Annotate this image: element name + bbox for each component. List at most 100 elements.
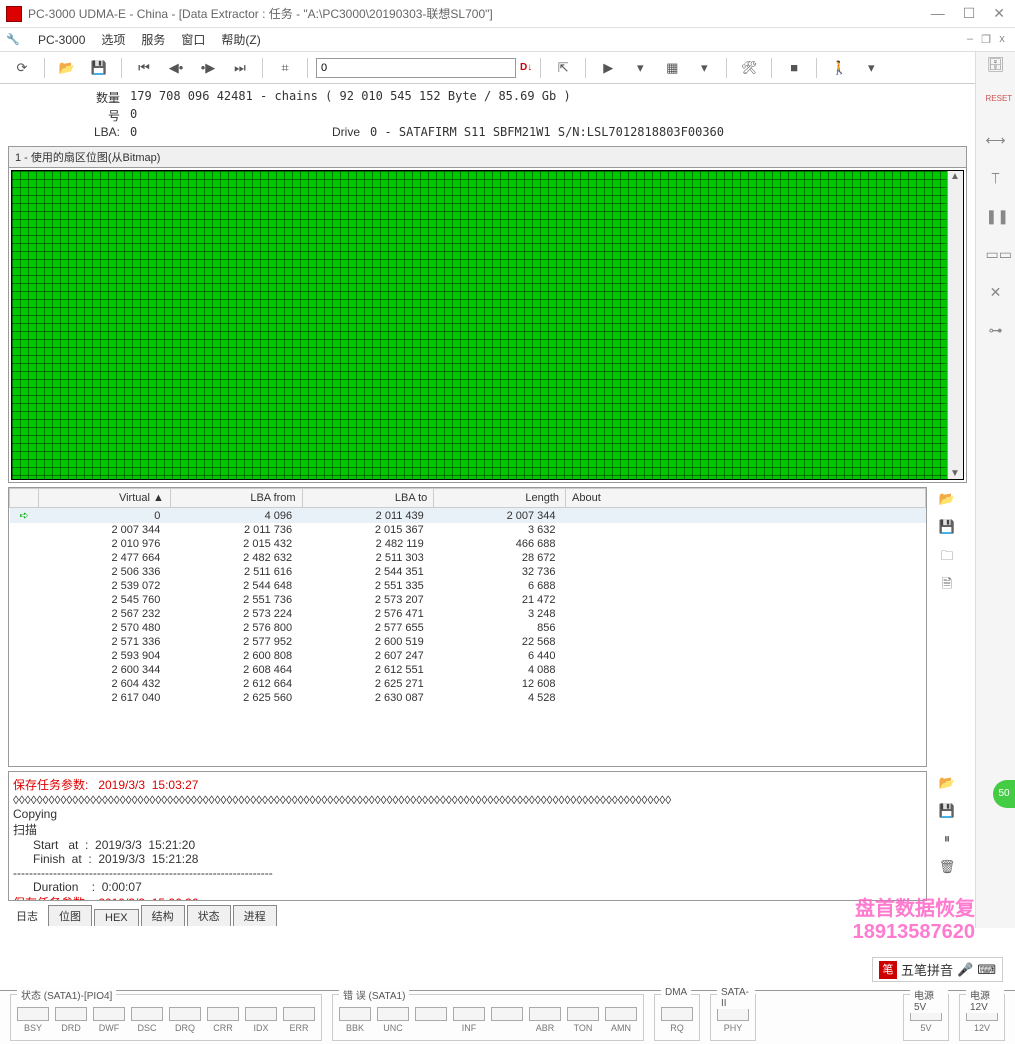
exit-dropdown-icon[interactable]: ▾ — [857, 56, 885, 80]
statusbar: 状态 (SATA1)-[PIO4] BSYDRDDWFDSCDRQCRRIDXE… — [0, 990, 1015, 1044]
table-row[interactable]: 2 567 2322 573 2242 576 4713 248 — [10, 607, 926, 621]
status-indicator — [491, 1007, 523, 1033]
last-icon[interactable]: ⏭ — [226, 56, 254, 80]
tab-process[interactable]: 进程 — [233, 905, 277, 926]
sb-reset-icon[interactable]: RESET — [986, 94, 1006, 114]
export-icon[interactable]: ⇱ — [549, 56, 577, 80]
log-section: 保存任务参数: 2019/3/3 15:03:27 ◊◊◊◊◊◊◊◊◊◊◊◊◊◊… — [8, 771, 967, 901]
grid-icon[interactable]: ⌗ — [271, 56, 299, 80]
table-row[interactable]: 2 506 3362 511 6162 544 35132 736 — [10, 565, 926, 579]
tab-struct[interactable]: 结构 — [141, 905, 185, 926]
menu-app[interactable]: PC-3000 — [30, 33, 93, 47]
status-group-dma: DMA RQ — [654, 994, 700, 1041]
status-indicator: CRR — [207, 1007, 239, 1033]
sb-close-icon[interactable]: ✕ — [986, 284, 1006, 304]
minimize-button[interactable]: — — [931, 5, 945, 22]
menu-options[interactable]: 选项 — [93, 31, 133, 48]
close-button[interactable]: ✕ — [993, 5, 1005, 22]
prev-icon[interactable]: ◀• — [162, 56, 190, 80]
log-open-icon[interactable]: 📂 — [937, 775, 957, 795]
status-indicator: INF — [453, 1007, 485, 1033]
status-indicator: BSY — [17, 1007, 49, 1033]
open-icon[interactable]: 📂 — [53, 56, 81, 80]
status-group-error: 错 误 (SATA1) BBKUNCINFABRTONAMN — [332, 994, 644, 1041]
tabs: 日志 位图 HEX 结构 状态 进程 — [8, 905, 967, 926]
sb-chip-icon[interactable]: ▭▭ — [986, 246, 1006, 266]
menu-service[interactable]: 服务 — [133, 31, 173, 48]
table-row[interactable]: 2 600 3442 608 4642 612 5514 088 — [10, 663, 926, 677]
ime-mic-icon[interactable]: 🎤 — [957, 962, 973, 978]
table-row[interactable]: 2 604 4322 612 6642 625 27112 608 — [10, 677, 926, 691]
play-icon[interactable]: ▶ — [594, 56, 622, 80]
sb-switch-icon[interactable]: ⊶ — [986, 322, 1006, 342]
next-icon[interactable]: •▶ — [194, 56, 222, 80]
maximize-button[interactable]: ☐ — [963, 5, 976, 22]
tab-bitmap[interactable]: 位图 — [48, 905, 92, 926]
table-row[interactable]: 2 593 9042 600 8082 607 2476 440 — [10, 649, 926, 663]
table-row[interactable]: ➪04 0962 011 4392 007 344 — [10, 508, 926, 524]
bitmap-section: 1 - 使用的扇区位图(从Bitmap) — [8, 146, 967, 483]
sb-pause-icon[interactable]: ❚❚ — [986, 208, 1006, 228]
exit-icon[interactable]: 🚶 — [825, 56, 853, 80]
col-about[interactable]: About — [566, 489, 926, 508]
table-row[interactable]: 2 539 0722 544 6482 551 3356 688 — [10, 579, 926, 593]
ime-text: 五笔拼音 — [901, 960, 953, 979]
green-badge[interactable]: 50 — [993, 780, 1015, 808]
side-folder-icon[interactable]: 🗀 — [937, 547, 957, 567]
table-side-toolbar: 📂 💾 🗀 🗎 — [927, 487, 967, 767]
menu-help[interactable]: 帮助(Z) — [213, 31, 268, 48]
sb-ruler-icon[interactable]: ⟷ — [986, 132, 1006, 152]
col-lba-to[interactable]: LBA to — [302, 489, 434, 508]
log-pause-icon[interactable]: ⏸ — [937, 831, 957, 851]
table-row[interactable]: 2 007 3442 011 7362 015 3673 632 — [10, 523, 926, 537]
ime-indicator[interactable]: 笔 五笔拼音 🎤 ⌨ — [872, 957, 1003, 982]
table-row[interactable]: 2 010 9762 015 4322 482 119466 688 — [10, 537, 926, 551]
status-indicator: TON — [567, 1007, 599, 1033]
sb-disk-icon[interactable]: 🗄 — [986, 56, 1006, 76]
bitmap-scrollbar[interactable] — [947, 171, 963, 479]
status-indicator: DSC — [131, 1007, 163, 1033]
status-indicator: DRD — [55, 1007, 87, 1033]
info-panel: 数量 179 708 096 42481 - chains ( 92 010 5… — [0, 84, 975, 144]
save-icon[interactable]: 💾 — [85, 56, 113, 80]
window-title: PC-3000 UDMA-E - China - [Data Extractor… — [28, 5, 931, 22]
log-box[interactable]: 保存任务参数: 2019/3/3 15:03:27 ◊◊◊◊◊◊◊◊◊◊◊◊◊◊… — [8, 771, 927, 901]
table-row[interactable]: 2 571 3362 577 9522 600 51922 568 — [10, 635, 926, 649]
col-lba-from[interactable]: LBA from — [170, 489, 302, 508]
status-indicator — [415, 1007, 447, 1033]
log-clear-icon[interactable]: 🗑 — [937, 859, 957, 879]
first-icon[interactable]: ⏮ — [130, 56, 158, 80]
refresh-icon[interactable]: ⟳ — [8, 56, 36, 80]
tab-hex[interactable]: HEX — [94, 909, 139, 926]
menu-window[interactable]: 窗口 — [173, 31, 213, 48]
lba-input[interactable] — [316, 58, 516, 78]
down-marker-icon: D↓ — [520, 62, 532, 73]
lba-value: 0 — [130, 125, 310, 139]
log-save-icon[interactable]: 💾 — [937, 803, 957, 823]
bitmap-grid[interactable] — [11, 170, 964, 480]
table-row[interactable]: 2 570 4802 576 8002 577 655856 — [10, 621, 926, 635]
ime-keyboard-icon[interactable]: ⌨ — [977, 962, 996, 978]
grid2-icon[interactable]: ▦ — [658, 56, 686, 80]
col-virtual[interactable]: Virtual ▲ — [39, 489, 171, 508]
dropdown-icon[interactable]: ▾ — [626, 56, 654, 80]
chain-table: Virtual ▲ LBA from LBA to Length About ➪… — [9, 488, 926, 705]
side-doc-icon[interactable]: 🗎 — [937, 575, 957, 595]
child-close-icon[interactable]: x — [995, 33, 1009, 47]
pc3000-icon: 🔧 — [6, 32, 22, 48]
col-length[interactable]: Length — [434, 489, 566, 508]
dropdown2-icon[interactable]: ▾ — [690, 56, 718, 80]
drive-value: 0 - SATAFIRM S11 SBFM21W1 S/N:LSL7012818… — [370, 125, 724, 139]
child-restore-icon[interactable]: ❐ — [979, 33, 993, 47]
sb-screw-icon[interactable]: ⟙ — [986, 170, 1006, 190]
tools-icon[interactable]: 🛠 — [735, 56, 763, 80]
tab-status[interactable]: 状态 — [187, 905, 231, 926]
table-row[interactable]: 2 617 0402 625 5602 630 0874 528 — [10, 691, 926, 705]
num-value: 0 — [130, 107, 137, 124]
stop-icon[interactable]: ■ — [780, 56, 808, 80]
side-open-icon[interactable]: 📂 — [937, 491, 957, 511]
table-row[interactable]: 2 545 7602 551 7362 573 20721 472 — [10, 593, 926, 607]
table-row[interactable]: 2 477 6642 482 6322 511 30328 672 — [10, 551, 926, 565]
child-minimize-icon[interactable]: – — [963, 33, 977, 47]
side-save-icon[interactable]: 💾 — [937, 519, 957, 539]
